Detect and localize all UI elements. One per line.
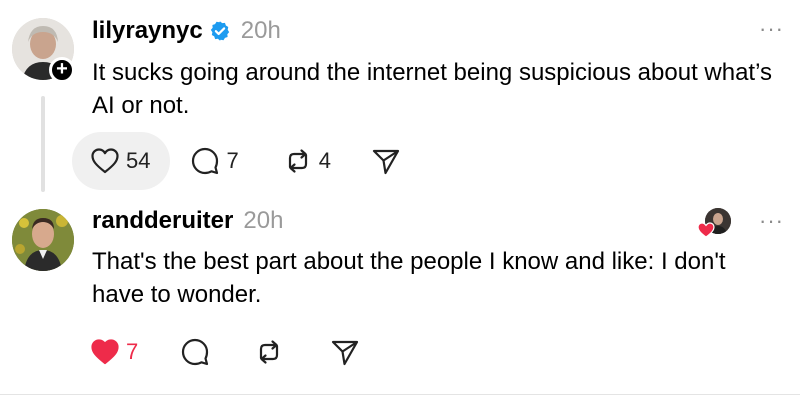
post-header: lilyraynyc 20h <box>92 17 281 45</box>
repost-icon <box>288 149 307 173</box>
comment-icon <box>182 338 209 366</box>
repost-button[interactable] <box>254 323 284 381</box>
thread-post: + lilyraynyc 20h ··· It sucks going arou… <box>0 0 800 197</box>
share-button[interactable] <box>330 323 360 381</box>
like-count: 7 <box>126 339 139 364</box>
username[interactable]: randderuiter <box>92 207 233 235</box>
share-icon <box>332 340 359 366</box>
verified-badge-icon <box>210 21 229 41</box>
profile-photo <box>12 209 74 271</box>
like-count: 54 <box>126 148 151 173</box>
reply-button[interactable]: 7 <box>190 132 239 190</box>
post-actions: 7 <box>72 323 360 381</box>
reply-post: randderuiter 20h ··· That's the best par… <box>0 197 800 401</box>
follow-plus-icon[interactable]: + <box>49 57 75 83</box>
heart-filled-icon <box>91 339 119 365</box>
post-time: 20h <box>243 207 284 234</box>
repost-icon <box>260 340 279 364</box>
share-button[interactable] <box>371 132 401 190</box>
username[interactable]: lilyraynyc <box>92 17 203 45</box>
reply-button[interactable] <box>180 323 210 381</box>
post-text: That's the best part about the people I … <box>92 248 726 308</box>
post-time: 20h <box>240 17 281 44</box>
more-icon[interactable]: ··· <box>759 210 784 232</box>
reply-count: 7 <box>226 148 239 173</box>
heart-filled-icon <box>697 222 715 238</box>
comment-icon <box>192 147 219 175</box>
post-text: It sucks going around the internet being… <box>92 59 772 119</box>
thread-connector <box>41 96 45 192</box>
repost-count: 4 <box>318 148 331 173</box>
heart-icon <box>91 148 119 174</box>
like-button[interactable]: 54 <box>72 132 171 190</box>
like-button[interactable]: 7 <box>72 323 138 381</box>
avatar[interactable] <box>12 209 74 271</box>
repost-button[interactable]: 4 <box>283 132 331 190</box>
post-actions: 54 7 4 <box>72 132 401 190</box>
divider <box>0 394 800 395</box>
post-header: randderuiter 20h <box>92 207 283 235</box>
more-icon[interactable]: ··· <box>759 18 784 40</box>
liked-by-author-indicator <box>697 206 737 242</box>
share-icon <box>372 149 400 175</box>
